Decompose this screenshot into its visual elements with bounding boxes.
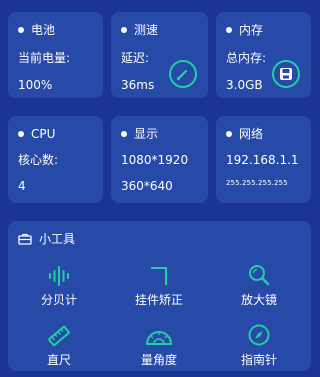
tool-label: 指南针 <box>240 353 277 367</box>
save-icon <box>280 68 292 80</box>
cpu-title: CPU <box>31 127 56 141</box>
toolbox-icon <box>18 233 32 245</box>
ruler-icon <box>48 325 70 347</box>
network-ip: 192.168.1.1 <box>226 153 299 167</box>
network-card-title: 网络 <box>226 127 263 141</box>
compass-icon <box>248 324 270 346</box>
bullet-icon <box>121 27 127 33</box>
memory-clean-button[interactable] <box>272 60 300 88</box>
tool-pendant-correction[interactable]: 挂件矫正 <box>114 261 204 307</box>
bullet-icon <box>226 27 232 33</box>
tool-label: 量角度 <box>140 353 177 367</box>
tool-label: 挂件矫正 <box>134 293 183 307</box>
speed-value: 36ms <box>121 78 155 92</box>
bullet-icon <box>226 131 232 137</box>
memory-title: 内存 <box>239 23 264 37</box>
tool-ruler[interactable]: 直尺 <box>14 321 104 367</box>
gauge-icon <box>176 69 188 81</box>
tool-label: 分贝计 <box>40 293 77 307</box>
network-mask: 255.255.255.255 <box>226 179 288 187</box>
display-resolution: 1080*1920 <box>121 153 189 167</box>
tools-panel: 小工具 分贝计 挂件矫正 放大镜 直尺 量角度 指南针 <box>8 221 311 371</box>
battery-title: 电池 <box>31 23 56 37</box>
battery-card[interactable]: 电池 当前电量: 100% <box>8 12 103 98</box>
speed-card[interactable]: 测速 延迟: 36ms <box>111 12 208 98</box>
protractor-icon <box>146 331 172 345</box>
memory-value: 3.0GB <box>226 78 263 92</box>
cpu-label: 核心数: <box>18 153 59 167</box>
display-dp-size: 360*640 <box>121 179 173 193</box>
memory-label: 总内存: <box>226 51 267 65</box>
speed-card-title: 测速 <box>121 23 158 37</box>
cpu-value: 4 <box>18 179 26 193</box>
cpu-card-title: CPU <box>18 127 55 141</box>
corner-icon <box>151 267 167 285</box>
network-card[interactable]: 网络 192.168.1.1 255.255.255.255 <box>216 116 311 203</box>
display-card[interactable]: 显示 1080*1920 360*640 <box>111 116 208 203</box>
magnifier-icon <box>249 265 270 286</box>
speed-test-button[interactable] <box>169 60 197 88</box>
tool-label: 放大镜 <box>240 293 277 307</box>
memory-card-title: 内存 <box>226 23 263 37</box>
bullet-icon <box>18 131 24 137</box>
battery-value: 100% <box>18 78 53 92</box>
tool-label: 直尺 <box>46 353 71 367</box>
battery-label: 当前电量: <box>18 51 71 65</box>
speed-label: 延迟: <box>121 51 150 65</box>
cpu-card[interactable]: CPU 核心数: 4 <box>8 116 103 203</box>
tools-header: 小工具 <box>18 232 75 246</box>
tool-magnifier[interactable]: 放大镜 <box>214 261 304 307</box>
tool-protractor[interactable]: 量角度 <box>114 321 204 367</box>
bullet-icon <box>121 131 127 137</box>
bullet-icon <box>18 27 24 33</box>
battery-card-title: 电池 <box>18 23 55 37</box>
tools-title: 小工具 <box>39 232 76 246</box>
memory-card[interactable]: 内存 总内存: 3.0GB <box>216 12 311 98</box>
speed-title: 测速 <box>134 23 159 37</box>
display-title: 显示 <box>134 127 159 141</box>
display-card-title: 显示 <box>121 127 158 141</box>
network-title: 网络 <box>239 127 264 141</box>
tool-decibel-meter[interactable]: 分贝计 <box>14 261 104 307</box>
decibel-icon <box>49 266 69 286</box>
tool-compass[interactable]: 指南针 <box>214 321 304 367</box>
